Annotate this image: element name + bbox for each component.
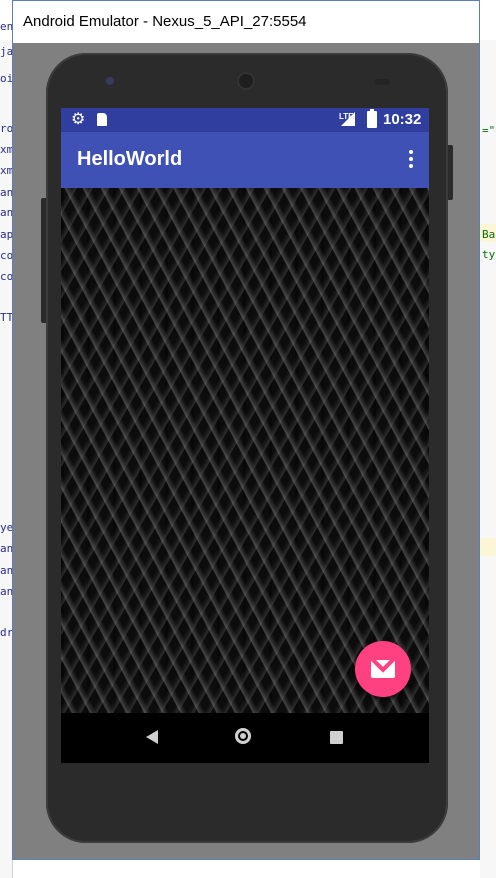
more-vert-icon[interactable] [407, 150, 415, 170]
window-titlebar[interactable]: Android Emulator - Nexus_5_API_27:5554 [13, 1, 479, 43]
recents-icon[interactable] [330, 731, 343, 744]
app-title: HelloWorld [77, 148, 183, 170]
ide-fragment: =" [482, 124, 496, 137]
ide-editor-right: =" Ba ty [480, 40, 496, 878]
window-title: Android Emulator - Nexus_5_API_27:5554 [23, 13, 307, 30]
back-icon[interactable] [146, 730, 158, 744]
mail-icon [371, 660, 395, 678]
home-icon[interactable] [235, 728, 251, 744]
power-button[interactable] [448, 145, 453, 200]
front-camera [106, 77, 114, 85]
ide-line-highlight [480, 538, 496, 556]
ide-fragment: ty [482, 248, 496, 261]
lte-label: LTE [339, 112, 354, 121]
status-bar[interactable]: ⚙ LTE 10:32 [61, 108, 429, 132]
app-toolbar: HelloWorld [61, 132, 429, 188]
device-screen[interactable]: ⚙ LTE 10:32 HelloWorld [61, 108, 429, 763]
background-image [61, 188, 429, 713]
gear-icon: ⚙ [71, 111, 86, 128]
volume-button[interactable] [41, 198, 46, 323]
status-time: 10:32 [383, 111, 422, 128]
sd-card-icon [97, 113, 107, 126]
earpiece-speaker [237, 72, 255, 90]
emulator-window: Android Emulator - Nexus_5_API_27:5554 ⚙… [12, 0, 480, 860]
ide-fragment: Ba [482, 228, 496, 241]
battery-icon [367, 109, 377, 128]
navigation-bar [61, 713, 429, 763]
mail-fab-button[interactable] [355, 641, 411, 697]
proximity-sensor [374, 79, 390, 85]
phone-frame: ⚙ LTE 10:32 HelloWorld [41, 53, 453, 843]
